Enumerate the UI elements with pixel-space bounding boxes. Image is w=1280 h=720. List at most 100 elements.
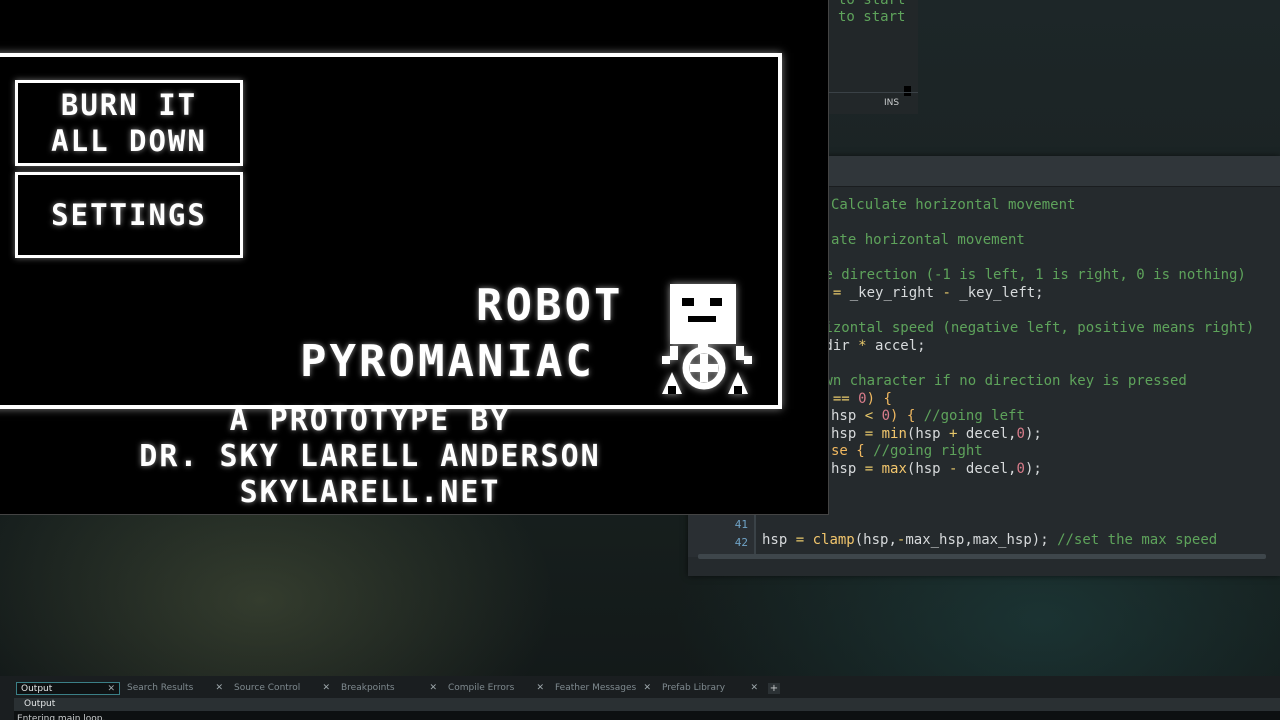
code-token: _key_right [841, 285, 943, 301]
insert-mode-indicator: INS [884, 98, 900, 108]
code-line[interactable]: hsp = max(hsp - decel,0); [831, 461, 1042, 478]
code-line[interactable]: hsp < 0) { //going left [831, 408, 1025, 425]
code-token: //going left [923, 408, 1025, 424]
line-number: 41 [734, 518, 748, 531]
code-line[interactable]: ve direction (-1 is left, 1 is right, 0 … [816, 267, 1246, 284]
mini-code-window: to start to start INS [826, 0, 918, 114]
code-token: = [864, 426, 874, 442]
output-header: Output [14, 698, 1280, 711]
code-token: hsp [831, 461, 865, 477]
code-token: ); [1024, 461, 1042, 477]
code-token: - [942, 285, 951, 301]
credit-line-1: A PROTOTYPE BY [229, 403, 511, 438]
burn-button-label: BURN IT ALL DOWN [51, 88, 207, 158]
game-window: BURN IT ALL DOWN SETTINGS ROBOT PYROMANI… [0, 0, 829, 515]
code-line[interactable]: own character if no direction key is pre… [816, 373, 1187, 390]
code-token: * [858, 338, 867, 354]
code-token: Calculate horizontal movement [831, 197, 1076, 213]
tab-feather-messages[interactable]: Feather Messages ✕ [551, 682, 655, 695]
game-title-line1: ROBOT [476, 280, 624, 331]
close-icon[interactable]: ✕ [750, 682, 758, 695]
tab-label: Feather Messages [555, 683, 637, 693]
close-icon[interactable]: ✕ [322, 682, 330, 695]
code-token: se { [831, 443, 874, 459]
code-token: _key_left; [950, 285, 1044, 301]
code-token: (hsp [906, 461, 950, 477]
settings-button-label: SETTINGS [51, 198, 207, 232]
tab-label: Output [21, 684, 53, 694]
close-icon[interactable]: ✕ [429, 682, 437, 695]
close-icon[interactable]: ✕ [107, 683, 115, 696]
scrollbar-thumb[interactable] [904, 86, 911, 96]
code-line[interactable]: ate horizontal movement [831, 232, 1025, 249]
code-token: hsp [762, 532, 796, 548]
tab-prefab-library[interactable]: Prefab Library ✕ [658, 682, 762, 695]
tab-label: Search Results [127, 683, 194, 693]
code-token: ); [1024, 426, 1042, 442]
add-tab-button[interactable]: + [768, 683, 780, 694]
code-token: 0 [1016, 426, 1025, 442]
code-token: ve direction (-1 is left, 1 is right, 0 … [816, 267, 1246, 283]
credit-website-link[interactable]: SKYLARELL.NET [0, 476, 740, 510]
code-token: (hsp [906, 426, 950, 442]
code-token: 0 [858, 391, 867, 407]
status-divider [826, 92, 918, 93]
code-token: ate horizontal movement [831, 232, 1025, 248]
code-token: max [881, 461, 907, 477]
line-number: 42 [734, 536, 748, 549]
code-token: clamp [812, 532, 855, 548]
robot-icon [662, 284, 752, 394]
code-token: hsp [831, 426, 865, 442]
code-token: own character if no direction key is pre… [816, 373, 1187, 389]
code-token: accel; [866, 338, 926, 354]
code-token: 0 [1016, 461, 1025, 477]
tab-breakpoints[interactable]: Breakpoints ✕ [337, 682, 441, 695]
tab-label: Compile Errors [448, 683, 515, 693]
code-line[interactable]: hsp = min(hsp + decel,0); [831, 426, 1042, 443]
tab-source-control[interactable]: Source Control ✕ [230, 682, 334, 695]
code-token: ) { [866, 391, 892, 407]
code-token: rizontal speed (negative left, positive … [816, 320, 1255, 336]
code-token: ) { [890, 408, 924, 424]
tab-output[interactable]: Output ✕ [16, 682, 120, 695]
close-icon[interactable]: ✕ [643, 682, 651, 695]
code-line[interactable]: se { //going right [831, 443, 983, 460]
code-token: //going right [873, 443, 983, 459]
code-token: max_hsp,max_hsp); [905, 532, 1058, 548]
tab-label: Source Control [234, 683, 301, 693]
close-icon[interactable]: ✕ [536, 682, 544, 695]
mini-code-line: to start [838, 9, 906, 25]
mini-code-line: to start [838, 0, 906, 8]
code-token: decel, [957, 426, 1017, 442]
code-line[interactable]: r = _key_right - _key_left; [816, 285, 1044, 302]
horizontal-scrollbar[interactable] [698, 554, 1266, 559]
code-token: = [864, 461, 874, 477]
code-line[interactable]: rizontal speed (negative left, positive … [816, 320, 1254, 337]
tab-compile-errors[interactable]: Compile Errors ✕ [444, 682, 548, 695]
tab-search-results[interactable]: Search Results ✕ [123, 682, 227, 695]
code-token: decel, [957, 461, 1017, 477]
code-token: min [881, 426, 907, 442]
tab-label: Prefab Library [662, 683, 726, 693]
code-line-42[interactable]: hsp = clamp(hsp,-max_hsp,max_hsp); //set… [762, 532, 1217, 549]
code-token: (hsp, [854, 532, 897, 548]
code-token: 0 [881, 408, 891, 424]
output-log[interactable]: Entering main loop. [14, 711, 1280, 720]
code-line[interactable]: _dir * accel; [816, 338, 926, 355]
close-icon[interactable]: ✕ [215, 682, 223, 695]
code-token: //set the max speed [1057, 532, 1218, 548]
credit-line-2: DR. SKY LARELL ANDERSON [139, 439, 601, 474]
code-token: < [864, 408, 874, 424]
code-line[interactable]: Calculate horizontal movement [831, 197, 1075, 214]
game-title-line2: PYROMANIAC [300, 336, 595, 387]
settings-button[interactable]: SETTINGS [15, 172, 243, 258]
burn-it-all-down-button[interactable]: BURN IT ALL DOWN [15, 80, 243, 166]
code-token: == [832, 391, 850, 407]
tab-label: Breakpoints [341, 683, 395, 693]
code-token: hsp [831, 408, 865, 424]
